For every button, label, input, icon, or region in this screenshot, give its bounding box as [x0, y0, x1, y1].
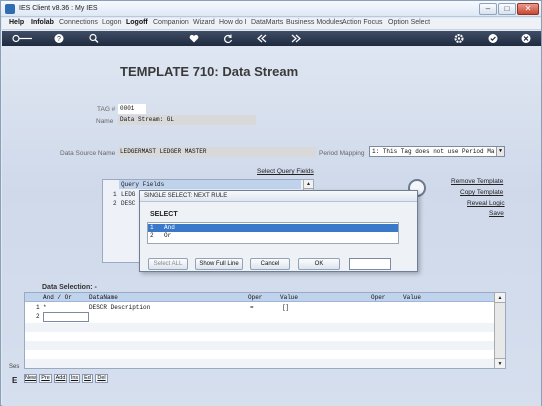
menu-logoff[interactable]: Logoff — [126, 19, 148, 26]
dialog-title: SINGLE SELECT: NEXT RULE — [140, 191, 417, 202]
svg-text:?: ? — [57, 36, 61, 43]
toolbar: ? — [2, 31, 541, 46]
table-row[interactable] — [25, 332, 495, 341]
save-link[interactable]: Save — [489, 210, 504, 217]
maximize-button[interactable]: □ — [498, 3, 516, 15]
name-label: Name — [96, 118, 114, 125]
cancel-button[interactable]: Cancel — [250, 258, 290, 270]
edit-button[interactable]: Ed — [82, 374, 93, 383]
menu-companion[interactable]: Companion — [153, 19, 189, 26]
ok-button[interactable]: OK — [298, 258, 340, 270]
forward-icon[interactable] — [289, 33, 303, 44]
menu-action-focus[interactable]: Action Focus — [342, 19, 382, 26]
period-mapping-select[interactable]: 1: This Tag does not use Period Ma ▼ — [369, 146, 505, 157]
app-logo-icon — [5, 4, 15, 14]
window-title: IES Client v8.36 : My IES — [19, 5, 98, 12]
option-list: 1 And 2 Or — [147, 222, 399, 244]
refresh-icon[interactable] — [222, 33, 234, 44]
data-selection-title: Data Selection: - — [42, 284, 97, 291]
side-label: Ses — [9, 364, 20, 370]
column-header: And / Or — [43, 294, 72, 301]
name-field[interactable]: Data Stream: GL — [118, 115, 256, 125]
delete-button[interactable]: Del — [95, 374, 108, 383]
side-letter: E — [12, 376, 18, 385]
data-source-label: Data Source Name — [60, 150, 116, 157]
column-header: Value — [403, 294, 422, 301]
select-query-fields-link[interactable]: Select Query Fields — [257, 168, 314, 175]
table-row[interactable] — [25, 323, 495, 332]
close-icon[interactable] — [520, 33, 532, 44]
option-or[interactable]: 2 Or — [148, 232, 398, 240]
option-and[interactable]: 1 And — [148, 224, 398, 232]
insert-button[interactable]: Ins — [69, 374, 80, 383]
new-button[interactable]: New — [24, 374, 37, 383]
page-title: TEMPLATE 710: Data Stream — [120, 64, 299, 79]
show-full-line-button[interactable]: Show Full Line — [195, 258, 243, 270]
rewind-icon[interactable] — [255, 33, 269, 44]
menu-how-do-i[interactable]: How do I — [219, 19, 247, 26]
menu-business-modules[interactable]: Business Modules — [286, 19, 343, 26]
single-select-dialog: SINGLE SELECT: NEXT RULE SELECT 1 And 2 … — [139, 190, 418, 272]
tag-field[interactable]: 0001 — [118, 104, 146, 114]
menu-help[interactable]: Help — [9, 19, 24, 26]
previous-button[interactable]: Pre — [39, 374, 52, 383]
query-fields-header: Query Fields — [119, 180, 301, 189]
heart-icon[interactable] — [188, 33, 200, 44]
dialog-heading: SELECT — [150, 211, 178, 218]
filter-input[interactable] — [349, 258, 391, 270]
check-icon[interactable] — [487, 33, 499, 44]
grid-scrollbar[interactable]: ▲ ▼ — [494, 293, 505, 368]
data-source-field[interactable]: LEDGERMAST LEDGER MASTER — [118, 147, 316, 157]
copy-template-link[interactable]: Copy Template — [460, 189, 503, 196]
menu-connections[interactable]: Connections — [59, 19, 98, 26]
gear-icon[interactable] — [453, 33, 465, 44]
menu-bar: Help Infolab Connections Logon Logoff Co… — [2, 18, 541, 30]
scroll-down-icon[interactable]: ▼ — [495, 358, 505, 368]
menu-option-select[interactable]: Option Select — [388, 19, 430, 26]
title-bar: IES Client v8.36 : My IES – □ ✕ — [1, 1, 541, 17]
and-or-input[interactable] — [43, 312, 89, 322]
app-window: IES Client v8.36 : My IES – □ ✕ Help Inf… — [0, 0, 542, 406]
table-row[interactable]: 2 — [25, 312, 495, 321]
close-window-button[interactable]: ✕ — [517, 3, 539, 15]
column-header: DataName — [89, 294, 118, 301]
column-header: Oper — [371, 294, 386, 301]
table-row[interactable] — [25, 350, 495, 359]
chevron-down-icon[interactable]: ▼ — [496, 147, 504, 156]
menu-datamarts[interactable]: DataMarts — [251, 19, 283, 26]
search-icon[interactable] — [88, 33, 100, 44]
data-selection-grid: And / Or DataName Oper Value Oper Value … — [24, 292, 506, 369]
menu-wizard[interactable]: Wizard — [193, 19, 215, 26]
period-mapping-label: Period Mapping — [319, 150, 365, 157]
column-header: Oper — [248, 294, 263, 301]
add-button[interactable]: Add — [54, 374, 67, 383]
scroll-up-icon[interactable]: ▲ — [495, 293, 505, 303]
select-all-button[interactable]: Select ALL — [148, 258, 188, 270]
column-header: Value — [280, 294, 299, 301]
table-row[interactable] — [25, 341, 495, 350]
table-row[interactable]: 1 * DESCR Description = [] — [25, 303, 495, 312]
scroll-up-icon[interactable]: ▲ — [304, 180, 313, 189]
main-content: TEMPLATE 710: Data Stream TAG # 0001 Nam… — [2, 46, 541, 406]
grid-header: And / Or DataName Oper Value Oper Value — [25, 293, 495, 302]
period-mapping-value: 1: This Tag does not use Period Ma — [372, 148, 495, 155]
remove-template-link[interactable]: Remove Template — [451, 178, 503, 185]
menu-infolab[interactable]: Infolab — [31, 19, 54, 26]
minimize-button[interactable]: – — [479, 3, 497, 15]
help-icon[interactable]: ? — [53, 33, 65, 44]
tag-label: TAG # — [97, 106, 116, 113]
key-icon[interactable] — [12, 33, 34, 44]
table-row[interactable] — [25, 359, 495, 368]
reveal-logic-link[interactable]: Reveal Logic — [467, 200, 505, 207]
menu-logon[interactable]: Logon — [102, 19, 121, 26]
